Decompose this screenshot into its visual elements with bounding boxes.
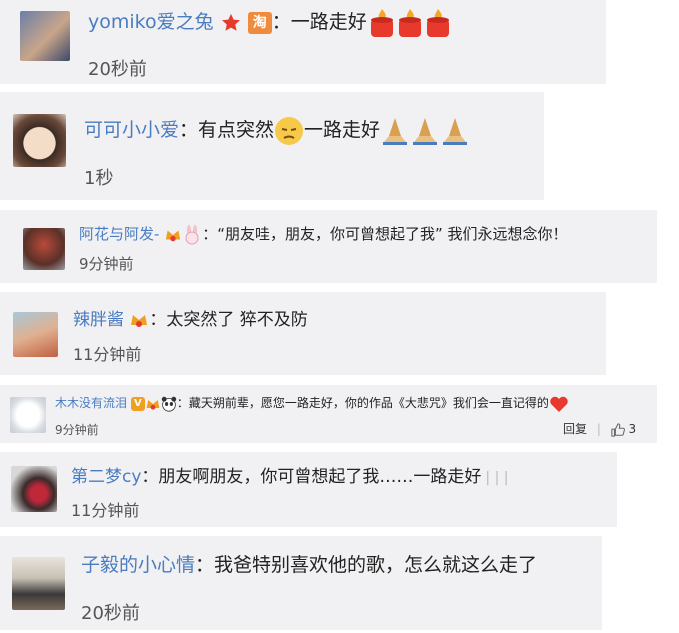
comment-text: 一路走好	[304, 119, 381, 141]
timestamp: 20秒前	[88, 59, 147, 80]
candle-icon	[426, 8, 449, 37]
comment-line: 子毅的小心情：我爸特别喜欢他的歌，怎么就这么走了	[81, 550, 537, 580]
crown-icon	[166, 230, 181, 241]
comment-text: 藏天朔前辈，愿您一路走好，你的作品《大悲咒》我们会一直记得的	[188, 396, 549, 410]
avatar[interactable]	[10, 397, 46, 433]
star-icon	[221, 13, 240, 31]
reply-button[interactable]: 回复	[563, 422, 587, 436]
crown-icon	[131, 315, 148, 327]
timestamp: 11分钟前	[73, 345, 142, 364]
colon: ：	[141, 467, 159, 487]
avatar[interactable]	[13, 312, 58, 357]
colon: ：	[149, 310, 167, 330]
praying-hands-icon	[383, 117, 408, 145]
username-link[interactable]: yomiko爱之兔	[88, 11, 214, 33]
comment-text: 一路走好	[290, 11, 367, 33]
praying-hands-icon	[443, 117, 468, 145]
colon: ：	[195, 554, 215, 576]
comment-line: 木木没有流泪 V ：藏天朔前辈，愿您一路走好，你的作品《大悲咒》我们会一直记得的	[55, 393, 569, 413]
comment-card: 阿花与阿发- ：“朋友哇，朋友，你可曾想起了我” 我们永远想念你！ 9分钟前	[0, 210, 657, 283]
avatar[interactable]	[12, 557, 65, 610]
username-link[interactable]: 子毅的小心情	[81, 554, 195, 576]
avatar[interactable]	[11, 466, 57, 512]
candle-icon	[370, 8, 393, 37]
divider: |	[596, 422, 601, 436]
avatar[interactable]	[23, 228, 65, 270]
colon: ：	[271, 11, 291, 33]
like-button[interactable]: 3	[611, 422, 637, 437]
timestamp: 9分钟前	[55, 423, 99, 437]
verified-badge: V	[130, 396, 145, 411]
candle-icon	[398, 8, 421, 37]
avatar[interactable]	[20, 11, 70, 61]
heart-icon	[550, 396, 568, 412]
trailing-marks: | | |	[485, 470, 509, 486]
like-count: 3	[628, 422, 637, 436]
comment-card: yomiko爱之兔 淘：一路走好 20秒前	[0, 0, 606, 84]
rabbit-icon	[185, 224, 199, 244]
comment-line: 第二梦cy：朋友啊朋友，你可曾想起了我……一路走好 | | |	[71, 463, 508, 492]
crown-icon	[146, 399, 160, 410]
comment-card: 木木没有流泪 V ：藏天朔前辈，愿您一路走好，你的作品《大悲咒》我们会一直记得的 …	[0, 385, 657, 443]
comment-text: 有点突然	[198, 119, 275, 141]
thumbs-up-icon	[611, 422, 625, 437]
colon: ：	[179, 119, 199, 141]
comment-card: 第二梦cy：朋友啊朋友，你可曾想起了我……一路走好 | | | 11分钟前	[0, 452, 617, 527]
username-link[interactable]: 第二梦cy	[71, 467, 141, 487]
timestamp: 20秒前	[81, 603, 140, 624]
colon: ：	[176, 396, 189, 410]
comment-text: “朋友哇，朋友，你可曾想起了我” 我们永远想念你！	[217, 225, 568, 243]
sad-face-icon	[275, 116, 304, 145]
username-link[interactable]: 可可小小爱	[84, 119, 179, 141]
comment-text: 我爸特别喜欢他的歌，怎么就这么走了	[214, 554, 538, 576]
comment-actions: 回复 | 3	[563, 420, 636, 437]
comment-card: 辣胖酱 ：太突然了 猝不及防 11分钟前	[0, 292, 606, 375]
panda-icon	[161, 396, 177, 412]
timestamp: 9分钟前	[79, 255, 134, 273]
timestamp: 11分钟前	[71, 501, 140, 520]
avatar[interactable]	[13, 114, 66, 167]
praying-hands-icon	[413, 117, 438, 145]
username-link[interactable]: 阿花与阿发-	[79, 225, 159, 243]
username-link[interactable]: 辣胖酱	[73, 310, 124, 330]
colon: ：	[202, 225, 218, 243]
taobao-badge: 淘	[247, 11, 272, 34]
comment-line: yomiko爱之兔 淘：一路走好	[88, 6, 451, 38]
comment-line: 可可小小爱：有点突然 一路走好	[84, 114, 470, 146]
comment-text: 朋友啊朋友，你可曾想起了我……一路走好	[158, 467, 482, 487]
comment-line: 阿花与阿发- ：“朋友哇，朋友，你可曾想起了我” 我们永远想念你！	[79, 222, 568, 246]
comment-card: 可可小小爱：有点突然 一路走好 1秒	[0, 92, 544, 200]
comment-card: 子毅的小心情：我爸特别喜欢他的歌，怎么就这么走了 20秒前	[0, 536, 602, 630]
username-link[interactable]: 木木没有流泪	[55, 396, 127, 410]
comment-line: 辣胖酱 ：太突然了 猝不及防	[73, 306, 308, 334]
timestamp: 1秒	[84, 168, 114, 189]
comment-text: 太突然了 猝不及防	[166, 310, 308, 330]
